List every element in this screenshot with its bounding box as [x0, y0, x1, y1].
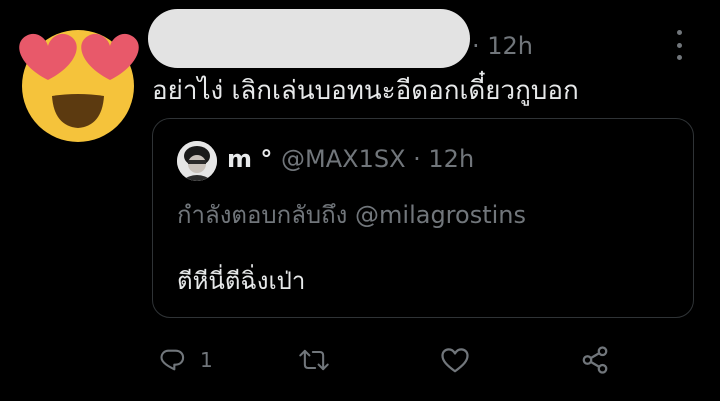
retweet-icon: [299, 349, 329, 371]
retweet-button[interactable]: [298, 344, 330, 376]
quote-avatar: [177, 141, 217, 181]
heart-eyes-emoji-icon[interactable]: [12, 22, 140, 144]
like-icon: [441, 348, 469, 373]
more-options-icon[interactable]: [664, 30, 694, 60]
quoted-tweet-card[interactable]: m ° @MAX1SX · 12h กำลังตอบกลับถึง @milag…: [152, 118, 694, 318]
tweet-timestamp[interactable]: · 12h: [472, 32, 533, 60]
quote-replying-to: กำลังตอบกลับถึง @milagrostins: [177, 201, 526, 229]
share-button[interactable]: [580, 344, 610, 376]
redacted-username: [148, 9, 470, 68]
like-button[interactable]: [440, 344, 470, 376]
tweet[interactable]: · 12h อย่าไง่ เลิกเล่นบอทนะอีดอกเดี๋ยวกู…: [0, 0, 720, 401]
reply-button[interactable]: 1: [158, 344, 213, 376]
share-icon: [582, 346, 608, 374]
quote-display-name[interactable]: m °: [227, 145, 272, 173]
reply-count: 1: [200, 348, 213, 372]
quote-text: ตีหีนี่ตีฉิ่งเป่า: [177, 267, 306, 295]
reply-icon: [160, 349, 185, 371]
tweet-text: อย่าไง่ เลิกเล่นบอทนะอีดอกเดี๋ยวกูบอก: [152, 76, 579, 106]
quote-handle-time: @MAX1SX · 12h: [281, 145, 475, 173]
